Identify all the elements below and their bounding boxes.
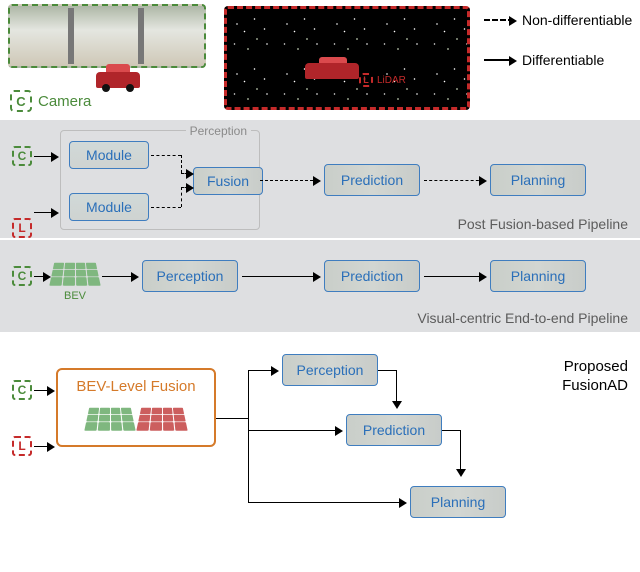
bev-label: BEV	[52, 290, 98, 302]
arrow-l-module	[34, 212, 56, 213]
planning-tile-p2: Planning	[490, 260, 586, 292]
arrow-perc-pred-p2	[242, 276, 318, 277]
arrow-modc-fusion-v	[181, 155, 182, 173]
arrow-pred-plan-p2	[424, 276, 484, 277]
camera-legend: C Camera	[10, 90, 91, 112]
arrow-pred-plan-p1	[424, 180, 484, 181]
pipeline-fusionad: C L BEV-Level Fusion Perception Predicti…	[0, 338, 640, 538]
c-tag-p3: C	[12, 380, 32, 400]
planning-tile-p3: Planning	[410, 486, 506, 518]
arrow-trunk-pred	[248, 430, 340, 431]
perception-group-label: Perception	[186, 124, 251, 138]
lidar-car-icon	[305, 57, 363, 79]
arrow-perc-out-h	[378, 370, 396, 371]
pipeline1-label: Post Fusion-based Pipeline	[458, 216, 628, 232]
bev-grid-icon	[49, 263, 100, 286]
arrow-bev-perc	[102, 276, 136, 277]
trunk-vertical	[248, 370, 249, 502]
arrow-c-fusionbox	[34, 390, 52, 391]
diff-legend-row: Differentiable	[484, 52, 632, 68]
top-legend-row: C Camera L LiDAR Non-differentiable Diff…	[0, 0, 640, 120]
pipeline2-label: Visual-centric End-to-end Pipeline	[417, 310, 628, 326]
fusion-grids	[87, 401, 185, 435]
arrow-c-module	[34, 156, 56, 157]
arrow-pred-out-h	[442, 430, 460, 431]
prediction-tile-p3: Prediction	[346, 414, 442, 446]
l-tag-p3: L	[12, 436, 32, 456]
arrow-perc-pred-v	[396, 370, 397, 406]
bev-fusion-box: BEV-Level Fusion	[56, 368, 216, 447]
perception-tile-p2: Perception	[142, 260, 238, 292]
fusion-cam-grid-icon	[84, 408, 135, 431]
lidar-tag-icon: L	[359, 73, 373, 87]
solid-arrow-icon	[484, 59, 514, 61]
arrow-trunk-perc	[248, 370, 276, 371]
arrow-modc-fusion-into	[181, 173, 191, 174]
nondiff-label: Non-differentiable	[522, 12, 632, 28]
module-l-tile: Module	[69, 193, 149, 221]
c-tag-p2: C	[12, 266, 32, 286]
trunk-arrow	[216, 418, 248, 419]
fusion-tile: Fusion	[193, 167, 263, 195]
arrow-l-fusionbox	[34, 446, 52, 447]
l-tag-p1: L	[12, 218, 32, 238]
perception-group-box: Perception Module Module Fusion	[60, 130, 260, 230]
pipeline-post-fusion: C L Perception Module Module Fusion Pred…	[0, 120, 640, 238]
module-c-tile: Module	[69, 141, 149, 169]
lidar-inner-legend: L LiDAR	[359, 73, 406, 87]
sensor-tags-p1: C L	[12, 146, 32, 238]
arrow-modc-fusion-h	[151, 155, 181, 156]
camera-label: Camera	[38, 93, 91, 110]
fusion-lidar-grid-icon	[136, 408, 187, 431]
perception-tile-p3: Perception	[282, 354, 378, 386]
arrow-fusion-pred	[260, 180, 318, 181]
camera-tag-icon: C	[10, 90, 32, 112]
arrow-modl-fusion-v	[181, 187, 182, 207]
lidar-image: L LiDAR	[224, 6, 470, 110]
arrow-trunk-plan	[248, 502, 404, 503]
lidar-inner-label: LiDAR	[377, 75, 406, 86]
arrow-legend: Non-differentiable Differentiable	[484, 12, 632, 92]
pipeline3-label: ProposedFusionAD	[562, 358, 628, 396]
prediction-tile-p2: Prediction	[324, 260, 420, 292]
planning-tile-p1: Planning	[490, 164, 586, 196]
arrow-modl-fusion-h	[151, 207, 181, 208]
prediction-tile-p1: Prediction	[324, 164, 420, 196]
pipeline-visual-centric: C BEV Perception Prediction Planning Vis…	[0, 240, 640, 332]
arrow-modl-fusion-into	[181, 187, 191, 188]
arrow-c-bev	[34, 276, 48, 277]
ego-car-icon	[96, 64, 142, 94]
bev-fusion-title: BEV-Level Fusion	[76, 378, 195, 395]
dashed-arrow-icon	[484, 19, 514, 21]
c-tag-p1: C	[12, 146, 32, 166]
diff-label: Differentiable	[522, 52, 604, 68]
bev-grid-wrapper: BEV	[52, 256, 98, 302]
arrow-pred-plan-v	[460, 430, 461, 474]
camera-image	[8, 4, 206, 68]
nondiff-legend-row: Non-differentiable	[484, 12, 632, 28]
